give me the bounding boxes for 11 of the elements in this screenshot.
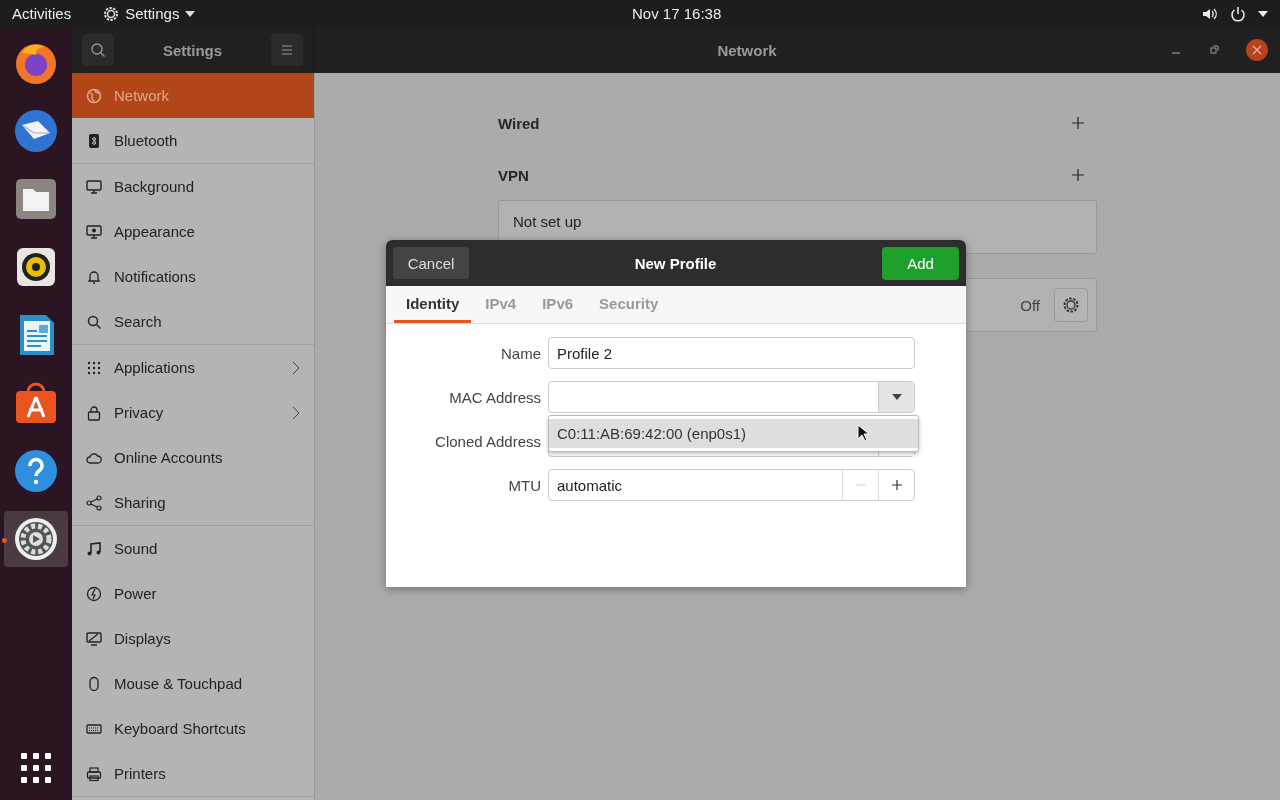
sidebar-title: Settings xyxy=(162,41,223,59)
field-label: MAC Address xyxy=(448,388,541,406)
status-text: Not set up xyxy=(513,213,582,230)
field-label: MTU xyxy=(507,476,541,494)
field-label: Cloned Address xyxy=(434,432,541,450)
field-label: Name xyxy=(500,344,541,362)
dialog-title: New Profile xyxy=(634,254,717,272)
window-title: Network xyxy=(716,41,778,59)
status-text: Off xyxy=(1020,296,1040,314)
section-title: VPN xyxy=(498,166,529,184)
section-title: Wired xyxy=(498,114,540,132)
